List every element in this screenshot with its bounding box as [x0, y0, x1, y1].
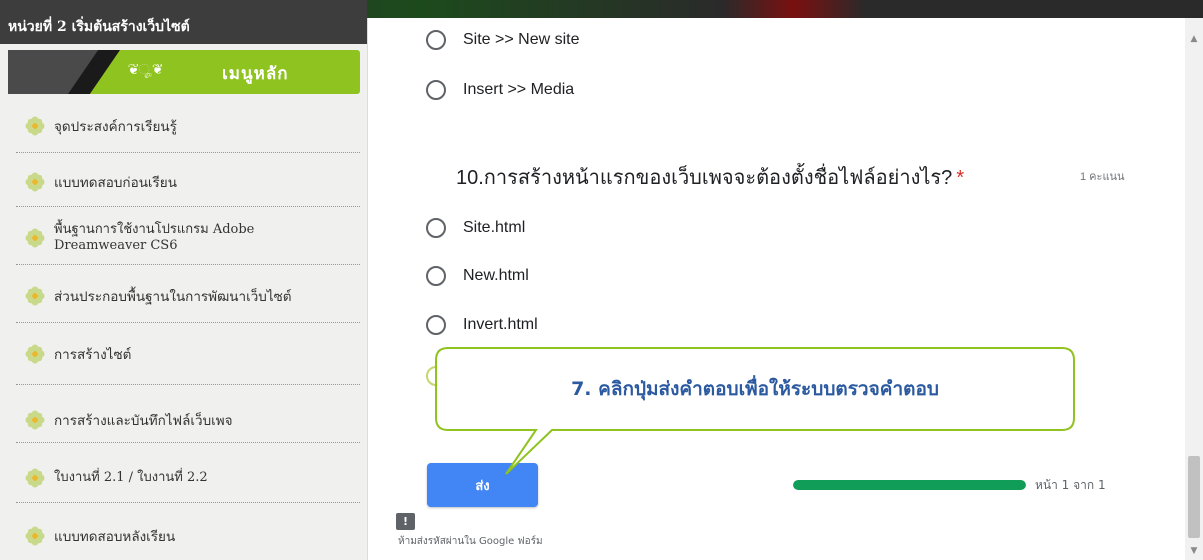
option-label: Invert.html [463, 316, 538, 333]
ornament-icon: ❦ೄ❦ [128, 62, 164, 78]
callout-text: 7. คลิกปุ่มส่งคำตอบเพื่อให้ระบบตรวจคำตอบ [571, 378, 939, 400]
sidebar-item-pretest[interactable]: แบบทดสอบก่อนเรียน [8, 170, 360, 194]
option-invert-html[interactable]: Invert.html [426, 315, 538, 335]
scroll-up-arrow-icon[interactable]: ▲ [1185, 30, 1203, 48]
option-insert-media[interactable]: Insert >> Media [426, 80, 574, 100]
sidebar-item-create-site[interactable]: การสร้างไซต์ [8, 342, 360, 366]
google-form-panel: Site >> New site Insert >> Media 10.การส… [367, 18, 1185, 560]
progress-fill [793, 480, 1026, 490]
sidebar-item-posttest[interactable]: แบบทดสอบหลังเรียน [8, 524, 360, 548]
option-site-new-site[interactable]: Site >> New site [426, 30, 580, 50]
sidebar-item-create-save-webpage[interactable]: การสร้างและบันทึกไฟล์เว็บเพจ [8, 408, 360, 432]
menu-divider [16, 502, 360, 503]
option-new-html[interactable]: New.html [426, 266, 529, 286]
sidebar-item-label: จุดประสงค์การเรียนรู้ [54, 119, 177, 135]
scrollbar[interactable]: ▲ ▼ [1185, 18, 1203, 560]
sidebar-item-label: แบบทดสอบหลังเรียน [54, 529, 176, 545]
option-label: Site.html [463, 219, 526, 236]
radio-button[interactable] [426, 80, 446, 100]
sidebar-item-label: ใบงานที่ 2.1 / ใบงานที่ 2.2 [54, 470, 208, 485]
sidebar-item-label: ส่วนประกอบพื้นฐานในการพัฒนาเว็บไซต์ [54, 289, 292, 305]
password-warning: ห้ามส่งรหัสผ่านใน Google ฟอร์ม [398, 536, 543, 547]
radio-button[interactable] [426, 30, 446, 50]
sidebar-item-label: การสร้างไซต์ [54, 347, 132, 363]
scroll-down-arrow-icon[interactable]: ▼ [1185, 542, 1203, 560]
option-site-html[interactable]: Site.html [426, 218, 525, 238]
sidebar-item-label: พื้นฐานการใช้งานโปรแกรม Adobe Dreamweave… [54, 222, 255, 253]
progress-bar [793, 480, 1026, 490]
radio-button[interactable] [426, 266, 446, 286]
flower-icon [24, 343, 46, 365]
menu-divider [16, 152, 360, 153]
question-text: 10.การสร้างหน้าแรกของเว็บเพจจะต้องตั้งชื… [456, 167, 953, 189]
sidebar-item-web-components[interactable]: ส่วนประกอบพื้นฐานในการพัฒนาเว็บไซต์ [8, 284, 360, 308]
sidebar-item-label: แบบทดสอบก่อนเรียน [54, 175, 177, 191]
menu-divider [16, 322, 360, 323]
report-icon[interactable]: ! [396, 513, 415, 530]
radio-button[interactable] [426, 315, 446, 335]
sidebar-item-worksheets[interactable]: ใบงานที่ 2.1 / ใบงานที่ 2.2 [8, 466, 360, 490]
sidebar-item-objectives[interactable]: จุดประสงค์การเรียนรู้ [8, 114, 360, 138]
flower-icon [24, 115, 46, 137]
question-title: 10.การสร้างหน้าแรกของเว็บเพจจะต้องตั้งชื… [456, 161, 964, 193]
required-asterisk: * [956, 167, 965, 189]
flower-icon [24, 409, 46, 431]
menu-divider [16, 206, 360, 207]
flower-icon [24, 171, 46, 193]
radio-button[interactable] [426, 218, 446, 238]
flower-icon [24, 467, 46, 489]
sidebar-item-dreamweaver-basics[interactable]: พื้นฐานการใช้งานโปรแกรม Adobe Dreamweave… [8, 218, 360, 258]
page-indicator: หน้า 1 จาก 1 [1035, 478, 1106, 492]
scroll-thumb[interactable] [1188, 456, 1200, 538]
flower-icon [24, 285, 46, 307]
menu-divider [16, 442, 360, 443]
menu-divider [16, 384, 360, 385]
menu-divider [16, 264, 360, 265]
option-label: Site >> New site [463, 31, 580, 48]
submit-button[interactable]: ส่ง [427, 463, 538, 507]
sidebar: หน่วยที่ 2 เริ่มต้นสร้างเว็บไซต์ ❦ೄ❦ เมน… [0, 0, 367, 560]
main-menu-banner: ❦ೄ❦ เมนูหลัก [8, 50, 360, 94]
unit-title: หน่วยที่ 2 เริ่มต้นสร้างเว็บไซต์ [0, 0, 367, 44]
main-menu-title: เมนูหลัก [222, 64, 289, 84]
question-points: 1 คะแนน [1080, 171, 1125, 183]
option-label: New.html [463, 267, 529, 284]
flower-icon [24, 227, 46, 249]
flower-icon [24, 525, 46, 547]
sidebar-item-label: การสร้างและบันทึกไฟล์เว็บเพจ [54, 413, 233, 429]
option-label: Insert >> Media [463, 81, 575, 98]
